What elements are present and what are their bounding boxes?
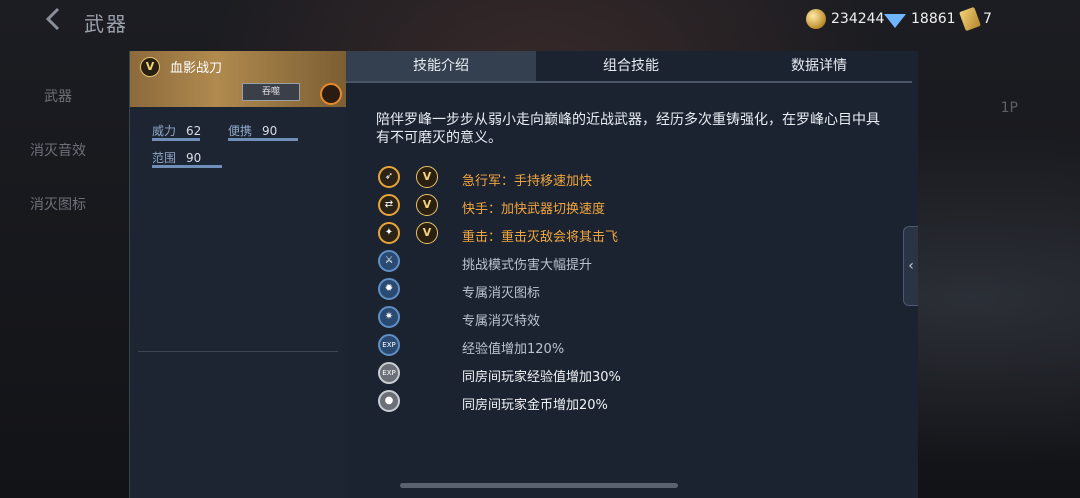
stat-range-label: 范围 — [152, 151, 177, 165]
stat-range-value: 90 — [186, 151, 202, 165]
diamond-currency[interactable]: 18861 — [884, 8, 956, 30]
element-icon — [320, 83, 342, 105]
running-icon: ➶ — [378, 166, 400, 188]
skill-text: 重击：重击灭敌会将其击飞 — [462, 230, 619, 245]
v-badge-icon: V — [416, 166, 438, 188]
nav-weapon[interactable]: 武器 — [44, 86, 72, 106]
skill-text: 挑战模式伤害大幅提升 — [462, 258, 593, 273]
v-badge-icon: V — [416, 222, 438, 244]
exp-icon: EXP — [378, 334, 400, 356]
challenge-damage-icon: ⚔ — [378, 250, 400, 272]
tab-skill-intro[interactable]: 技能介绍 — [346, 51, 536, 81]
stat-portability-label: 便携 — [228, 124, 253, 138]
skill-row: EXP — [378, 361, 400, 385]
swap-hand-icon: ⇄ — [378, 194, 400, 216]
ticket-currency[interactable]: 7 — [959, 6, 992, 32]
weapon-name: 血影战刀 — [170, 61, 223, 76]
skill-row: ✷ — [378, 305, 400, 329]
skill-row: ⇄ V — [378, 193, 438, 217]
weapon-description: 陪伴罗峰一步步从弱小走向巅峰的近战武器，经历多次重铸强化，在罗峰心目中具有不可磨… — [376, 112, 880, 146]
ticket-amount: 7 — [983, 11, 992, 27]
skill-text: 专属消灭图标 — [462, 286, 541, 301]
skill-text: 同房间玩家经验值增加30% — [462, 370, 621, 385]
heavy-hit-icon: ✦ — [378, 222, 400, 244]
page-title: 武器 — [84, 12, 128, 36]
tab-combo-skill[interactable]: 组合技能 — [536, 51, 726, 81]
skill-text: 专属消灭特效 — [462, 314, 541, 329]
panel-divider — [138, 351, 338, 352]
player-slot-label: 1P — [1000, 100, 1018, 116]
skill-row: ● — [378, 389, 400, 413]
nav-kill-icon[interactable]: 消灭图标 — [30, 194, 86, 214]
skill-text: 快手：加快武器切换速度 — [462, 202, 606, 217]
ticket-icon — [959, 6, 981, 32]
stat-portability-value: 90 — [262, 124, 278, 138]
tab-data-details[interactable]: 数据详情 — [726, 51, 912, 81]
gold-amount: 234244 — [831, 11, 885, 27]
nav-kill-sound[interactable]: 消灭音效 — [30, 140, 86, 160]
stat-power: 威力 62 — [152, 122, 201, 139]
skill-row: ⚔ — [378, 249, 400, 273]
detail-panel: 技能介绍 组合技能 数据详情 陪伴罗峰一步步从弱小走向巅峰的近战武器，经历多次重… — [346, 51, 918, 498]
skill-row: ➶ V — [378, 165, 438, 189]
v-rank-badge: V — [140, 57, 160, 77]
skill-text: 经验值增加120% — [462, 342, 565, 357]
skill-row: ✦ V — [378, 221, 438, 245]
skill-row: EXP — [378, 333, 400, 357]
back-button[interactable] — [42, 6, 72, 36]
tab-bar: 技能介绍 组合技能 数据详情 — [346, 51, 912, 83]
chevron-left-icon: ‹ — [908, 258, 914, 274]
diamond-icon — [884, 14, 906, 28]
gold-coin-icon — [806, 9, 826, 29]
skill-row: ✹ — [378, 277, 400, 301]
room-exp-icon: EXP — [378, 362, 400, 384]
stat-range: 范围 90 — [152, 149, 201, 166]
gold-currency[interactable]: 234244 — [806, 8, 884, 30]
rank-chip: 吞噬 — [242, 83, 300, 101]
stat-portability-bar — [228, 138, 298, 141]
room-gold-icon: ● — [378, 390, 400, 412]
chevron-left-icon — [45, 7, 60, 31]
weapon-header: V 血影战刀 吞噬 — [130, 51, 346, 107]
skill-text: 急行军：手持移速加快 — [462, 174, 593, 189]
stat-portability: 便携 90 — [228, 122, 277, 139]
skill-text: 同房间玩家金币增加20% — [462, 398, 608, 413]
kill-effect-icon: ✷ — [378, 306, 400, 328]
v-badge-icon: V — [416, 194, 438, 216]
weapon-info-panel: V 血影战刀 吞噬 威力 62 便携 90 范围 90 — [129, 51, 346, 498]
collapse-panel-button[interactable]: ‹ — [903, 226, 918, 306]
stat-range-bar — [152, 165, 222, 168]
diamond-amount: 18861 — [911, 11, 956, 27]
stat-power-bar — [152, 138, 200, 141]
stat-power-value: 62 — [186, 124, 202, 138]
kill-icon-icon: ✹ — [378, 278, 400, 300]
stat-power-label: 威力 — [152, 124, 177, 138]
horizontal-scrollbar[interactable] — [400, 483, 678, 488]
